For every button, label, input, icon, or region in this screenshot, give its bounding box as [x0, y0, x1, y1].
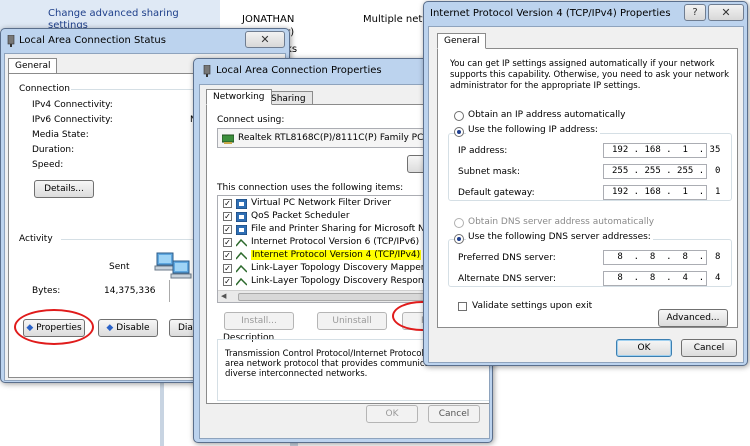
ipv4-close-button[interactable]: ✕	[708, 4, 744, 21]
ipv4-window: Internet Protocol Version 4 (TCP/IPv4) P…	[423, 1, 748, 366]
advanced-sharing-link[interactable]: Change advanced sharing	[48, 8, 179, 19]
list-item[interactable]: ✓ Internet Protocol Version 6 (TCP/IPv6)	[218, 237, 428, 250]
bytes-label: Bytes:	[32, 286, 61, 296]
tab-networking[interactable]: Networking	[206, 89, 272, 105]
subnet-mask-field[interactable]: 255 . 255 . 255 . 0	[603, 164, 720, 179]
item-checkbox[interactable]: ✓	[223, 212, 232, 221]
protocol-icon	[235, 238, 248, 248]
obtain-ip-auto-label: Obtain an IP address automatically	[468, 110, 626, 120]
host-name: JONATHAN	[242, 14, 295, 25]
ipv6-connectivity-label: IPv6 Connectivity:	[32, 115, 113, 125]
ip-address-field[interactable]: 192 . 168 . 1 . 35	[603, 143, 720, 158]
connection-label: Connection	[19, 84, 70, 94]
item-checkbox[interactable]: ✓	[223, 264, 232, 273]
ipv4-titlebar[interactable]: Internet Protocol Version 4 (TCP/IPv4) P…	[424, 2, 747, 26]
speed-label: Speed:	[32, 160, 64, 170]
list-item[interactable]: ✓ Internet Protocol Version 4 (TCP/IPv4)	[218, 250, 428, 263]
network-service-icon	[235, 211, 248, 223]
use-following-ip-label: Use the following IP address:	[466, 125, 600, 135]
scroll-left-icon[interactable]: ◀	[221, 292, 226, 300]
list-item[interactable]: ✓ File and Printer Sharing for Microsoft…	[218, 224, 460, 237]
use-following-ip-radio[interactable]	[454, 127, 464, 137]
properties-annotation-circle	[14, 309, 94, 345]
divider	[169, 280, 170, 302]
default-gateway-label: Default gateway:	[458, 188, 535, 198]
validate-label: Validate settings upon exit	[472, 301, 593, 311]
default-gateway-field[interactable]: 192 . 168 . 1 . 1	[603, 185, 720, 200]
tab-general[interactable]: General	[437, 33, 487, 49]
bg-divider	[160, 380, 164, 446]
network-adapter-icon	[202, 64, 212, 77]
obtain-dns-auto-label: Obtain DNS server address automatically	[468, 217, 655, 227]
ipv4-connectivity-label: IPv4 Connectivity:	[32, 100, 113, 110]
obtain-dns-auto-radio[interactable]	[454, 218, 464, 228]
items-label: This connection uses the following items…	[217, 183, 404, 193]
ok-button[interactable]: OK	[616, 339, 672, 357]
tab-general[interactable]: General	[8, 58, 58, 73]
scrollbar-thumb[interactable]	[238, 293, 438, 301]
sent-label: Sent	[109, 262, 130, 272]
advanced-button[interactable]: Advanced...	[658, 309, 728, 327]
ip-address-label: IP address:	[458, 146, 508, 156]
preferred-dns-field[interactable]: 8 . 8 . 8 . 8	[603, 250, 720, 265]
item-label: Virtual PC Network Filter Driver	[251, 198, 392, 208]
preferred-dns-label: Preferred DNS server:	[458, 253, 556, 263]
ipv4-tabpage: You can get IP settings assigned automat…	[437, 48, 738, 328]
item-label: Link-Layer Topology Discovery Responder	[251, 276, 439, 286]
item-checkbox[interactable]: ✓	[223, 225, 232, 234]
status-titlebar[interactable]: Local Area Connection Status ✕	[1, 29, 289, 53]
alternate-dns-label: Alternate DNS server:	[458, 274, 557, 284]
protocol-icon	[235, 277, 248, 287]
obtain-ip-auto-radio[interactable]	[454, 111, 464, 121]
item-label: Internet Protocol Version 6 (TCP/IPv6)	[251, 237, 420, 247]
status-window-title: Local Area Connection Status	[19, 35, 166, 46]
activity-label: Activity	[19, 234, 53, 244]
item-label-highlighted: Internet Protocol Version 4 (TCP/IPv4)	[251, 250, 422, 260]
connect-using-label: Connect using:	[217, 115, 285, 125]
ok-button[interactable]: OK	[366, 405, 418, 423]
use-following-dns-radio[interactable]	[454, 234, 464, 244]
properties-window-title: Local Area Connection Properties	[216, 65, 382, 76]
item-checkbox[interactable]: ✓	[223, 251, 232, 260]
item-checkbox[interactable]: ✓	[223, 238, 232, 247]
ipv4-window-title: Internet Protocol Version 4 (TCP/IPv4) P…	[430, 8, 671, 19]
protocol-icon	[235, 251, 248, 261]
ipv4-client: General You can get IP settings assigned…	[428, 26, 744, 363]
status-close-button[interactable]: ✕	[245, 31, 285, 48]
install-button[interactable]: Install...	[224, 312, 294, 330]
network-card-icon	[221, 132, 235, 147]
details-button[interactable]: Details...	[34, 180, 94, 198]
validate-checkbox[interactable]	[458, 302, 467, 311]
network-service-icon	[235, 198, 248, 210]
item-checkbox[interactable]: ✓	[223, 199, 232, 208]
item-label: QoS Packet Scheduler	[251, 211, 350, 221]
network-adapter-icon	[6, 34, 16, 47]
media-state-label: Media State:	[32, 130, 89, 140]
list-item[interactable]: ✓ Link-Layer Topology Discovery Responde…	[218, 276, 439, 289]
disable-button[interactable]: ◆ Disable	[98, 319, 158, 337]
shield-icon: ◆	[106, 323, 114, 333]
duration-label: Duration:	[32, 145, 75, 155]
help-button[interactable]: ?	[684, 4, 706, 21]
list-item[interactable]: ✓ Virtual PC Network Filter Driver	[218, 198, 428, 211]
cancel-button[interactable]: Cancel	[681, 339, 737, 357]
disable-button-label: Disable	[116, 323, 150, 333]
bytes-sent-value: 14,375,336	[104, 286, 156, 296]
cancel-button[interactable]: Cancel	[428, 405, 480, 423]
list-item[interactable]: ✓ QoS Packet Scheduler	[218, 211, 428, 224]
network-computers-icon	[153, 247, 193, 282]
item-checkbox[interactable]: ✓	[223, 277, 232, 286]
network-service-icon	[235, 224, 248, 236]
uninstall-button[interactable]: Uninstall	[317, 312, 387, 330]
list-item[interactable]: ✓ Link-Layer Topology Discovery Mapper I…	[218, 263, 456, 276]
adapter-name: Realtek RTL8168C(P)/8111C(P) Family PCI-…	[238, 133, 448, 143]
subnet-mask-label: Subnet mask:	[458, 167, 520, 177]
intro-text: You can get IP settings assigned automat…	[450, 59, 730, 91]
alternate-dns-field[interactable]: 8 . 8 . 4 . 4	[603, 271, 720, 286]
use-following-dns-label: Use the following DNS server addresses:	[466, 232, 653, 242]
protocol-icon	[235, 264, 248, 274]
